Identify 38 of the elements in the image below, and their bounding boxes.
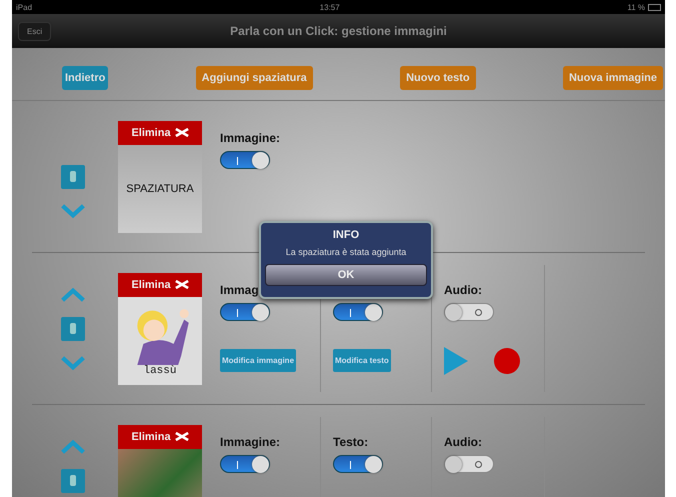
toggle-switch[interactable] — [444, 303, 494, 321]
toggle-label: Audio: — [444, 283, 482, 297]
toolbar-button[interactable]: Nuova immagine — [562, 66, 663, 90]
toggle-switch[interactable] — [333, 303, 383, 321]
card-caption: lassù — [143, 364, 176, 376]
window-title: Parla con un Click: gestione immagini — [230, 24, 447, 38]
clock: 13:57 — [320, 2, 340, 12]
toggle-switch[interactable] — [220, 303, 270, 321]
play-icon[interactable] — [444, 347, 468, 375]
drag-handle[interactable] — [61, 316, 85, 340]
toggle-label: Immag — [220, 283, 259, 297]
delete-button[interactable]: Elimina — [118, 272, 202, 296]
battery-level: 11 % — [627, 2, 645, 12]
drag-handle[interactable] — [61, 164, 85, 188]
delete-button[interactable]: Elimina — [118, 424, 202, 448]
toggle-switch[interactable] — [444, 455, 494, 473]
dialog-title: INFO — [332, 229, 360, 241]
toggle-switch[interactable] — [333, 455, 383, 473]
toolbar-button[interactable]: Aggiungi spaziatura — [196, 66, 313, 90]
dialog-message: La spaziatura è stata aggiunta — [286, 247, 406, 257]
toggle-label: Testo: — [333, 435, 368, 449]
ok-button[interactable]: OK — [265, 264, 427, 286]
toggle-label: Immagine: — [220, 435, 280, 449]
toggle-label: Audio: — [444, 435, 482, 449]
edit-button[interactable]: Modifica testo — [333, 349, 391, 372]
edit-button[interactable]: Modifica immagine — [220, 349, 296, 372]
toggle-switch[interactable] — [220, 455, 270, 473]
card-label: SPAZIATURA — [126, 182, 194, 194]
record-icon[interactable] — [494, 348, 520, 374]
delete-button[interactable]: Elimina — [118, 120, 202, 144]
drag-handle[interactable] — [61, 468, 85, 492]
toggle-label: Immagine: — [220, 131, 280, 145]
device-name: iPad — [16, 2, 32, 12]
toggle-switch[interactable] — [220, 151, 270, 169]
exit-button[interactable]: Esci — [18, 22, 52, 40]
battery-icon — [648, 4, 661, 10]
toolbar-button[interactable]: Nuovo testo — [400, 66, 476, 90]
toolbar-button[interactable]: Indietro — [62, 66, 108, 90]
